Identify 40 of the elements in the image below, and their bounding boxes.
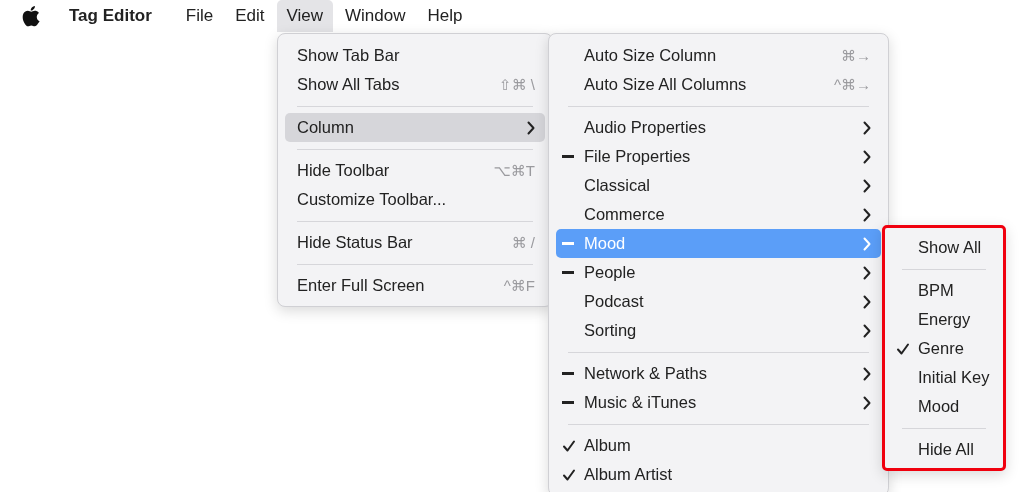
shortcut-label: ⌘→ (841, 46, 871, 65)
menu-item[interactable]: Classical (556, 171, 881, 200)
menu-item[interactable]: Sorting (556, 316, 881, 345)
shortcut-label: ^⌘→ (833, 75, 871, 94)
menu-bar-item[interactable]: File (175, 0, 224, 32)
shortcut-label: ⇧⌘ \ (499, 75, 535, 94)
menu-item[interactable]: Podcast (556, 287, 881, 316)
menu-item[interactable]: Enter Full Screen ^⌘F (285, 271, 545, 300)
menu-item[interactable]: Network & Paths (556, 359, 881, 388)
menu-item[interactable]: BPM (890, 276, 998, 305)
menu-item[interactable]: Hide Toolbar ⌥⌘T (285, 156, 545, 185)
menu-item[interactable]: Show All Tabs ⇧⌘ \ (285, 70, 545, 99)
menu-item[interactable]: Show Tab Bar (285, 41, 545, 70)
menu-item[interactable]: Customize Toolbar... (285, 185, 545, 214)
menu-bar-item[interactable]: Help (417, 0, 473, 32)
menu-item[interactable]: Album (556, 431, 881, 460)
menu-item[interactable]: Column (285, 113, 545, 142)
menu-item[interactable]: Initial Key (890, 363, 998, 392)
menu-item[interactable]: Auto Size Column ⌘→ (556, 41, 881, 70)
menu-item[interactable]: Mood (890, 392, 998, 421)
menu-item[interactable]: File Properties (556, 142, 881, 171)
menu-item[interactable]: People (556, 258, 881, 287)
shortcut-label: ⌘ / (511, 233, 535, 252)
menu-item[interactable]: Music & iTunes (556, 388, 881, 417)
menu-item[interactable]: Auto Size All Columns ^⌘→ (556, 70, 881, 99)
menu-item[interactable]: Energy (890, 305, 998, 334)
menu-bar-item[interactable]: Edit (225, 0, 275, 32)
menu-bar-item[interactable]: View (276, 0, 334, 32)
menu-item[interactable]: Hide Status Bar ⌘ / (285, 228, 545, 257)
shortcut-label: ⌥⌘T (493, 161, 535, 180)
menu-bar-item[interactable]: Window (335, 0, 416, 32)
menu-item[interactable]: Audio Properties (556, 113, 881, 142)
apple-logo-icon[interactable] (22, 5, 40, 27)
menu-item[interactable]: Genre (890, 334, 998, 363)
app-name-menu[interactable]: Tag Editor (69, 6, 152, 26)
menu-item[interactable]: Hide All (890, 435, 998, 464)
shortcut-label: ^⌘F (503, 276, 535, 295)
menu-item[interactable]: Show All (890, 233, 998, 262)
menu-item[interactable]: Commerce (556, 200, 881, 229)
menu-item[interactable]: Album Artist (556, 460, 881, 489)
